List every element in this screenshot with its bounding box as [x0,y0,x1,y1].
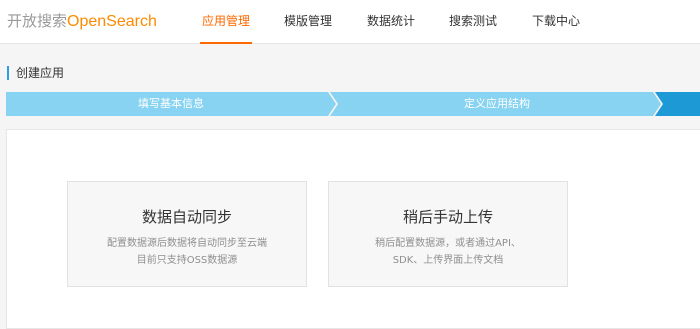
option-description: 配置数据源后数据将自动同步至云端 目前只支持OSS数据源 [68,235,306,269]
option-card-auto-sync[interactable]: 数据自动同步 配置数据源后数据将自动同步至云端 目前只支持OSS数据源 [67,181,307,287]
brand-name-cn: 开放搜索 [7,12,68,30]
option-title: 稍后手动上传 [402,208,493,226]
option-description-line: SDK、上传界面上传文档 [392,255,504,266]
brand-name-en: OpenSearch [67,13,157,30]
create-app-stepper: 填写基本信息 定义应用结构 [6,92,700,116]
top-nav-bar: 开放搜索OpenSearch 应用管理 模版管理 数据统计 搜索测试 下载中心 [0,0,700,44]
option-description-line: 配置数据源后数据将自动同步至云端 [107,238,267,249]
step-1-label: 填写基本信息 [138,97,204,110]
nav-item-template-management[interactable]: 模版管理 [284,0,332,43]
nav-item-app-management[interactable]: 应用管理 [199,0,253,44]
nav-item-data-statistics[interactable]: 数据统计 [367,0,415,43]
page-title: 创建应用 [16,66,65,80]
option-description-line: 目前只支持OSS数据源 [136,255,238,266]
nav-item-search-test[interactable]: 搜索测试 [449,0,497,43]
option-card-manual-upload[interactable]: 稍后手动上传 稍后配置数据源，或者通过API、 SDK、上传界面上传文档 [328,181,568,287]
nav-item-download-center[interactable]: 下载中心 [532,0,580,43]
option-description: 稍后配置数据源，或者通过API、 SDK、上传界面上传文档 [329,235,567,269]
step-2-label: 定义应用结构 [464,97,530,110]
page-title-bar: 创建应用 [7,66,64,80]
option-description-line: 稍后配置数据源，或者通过API、 [375,238,521,249]
option-title: 数据自动同步 [141,208,232,226]
brand-logo[interactable]: 开放搜索OpenSearch [7,11,157,32]
